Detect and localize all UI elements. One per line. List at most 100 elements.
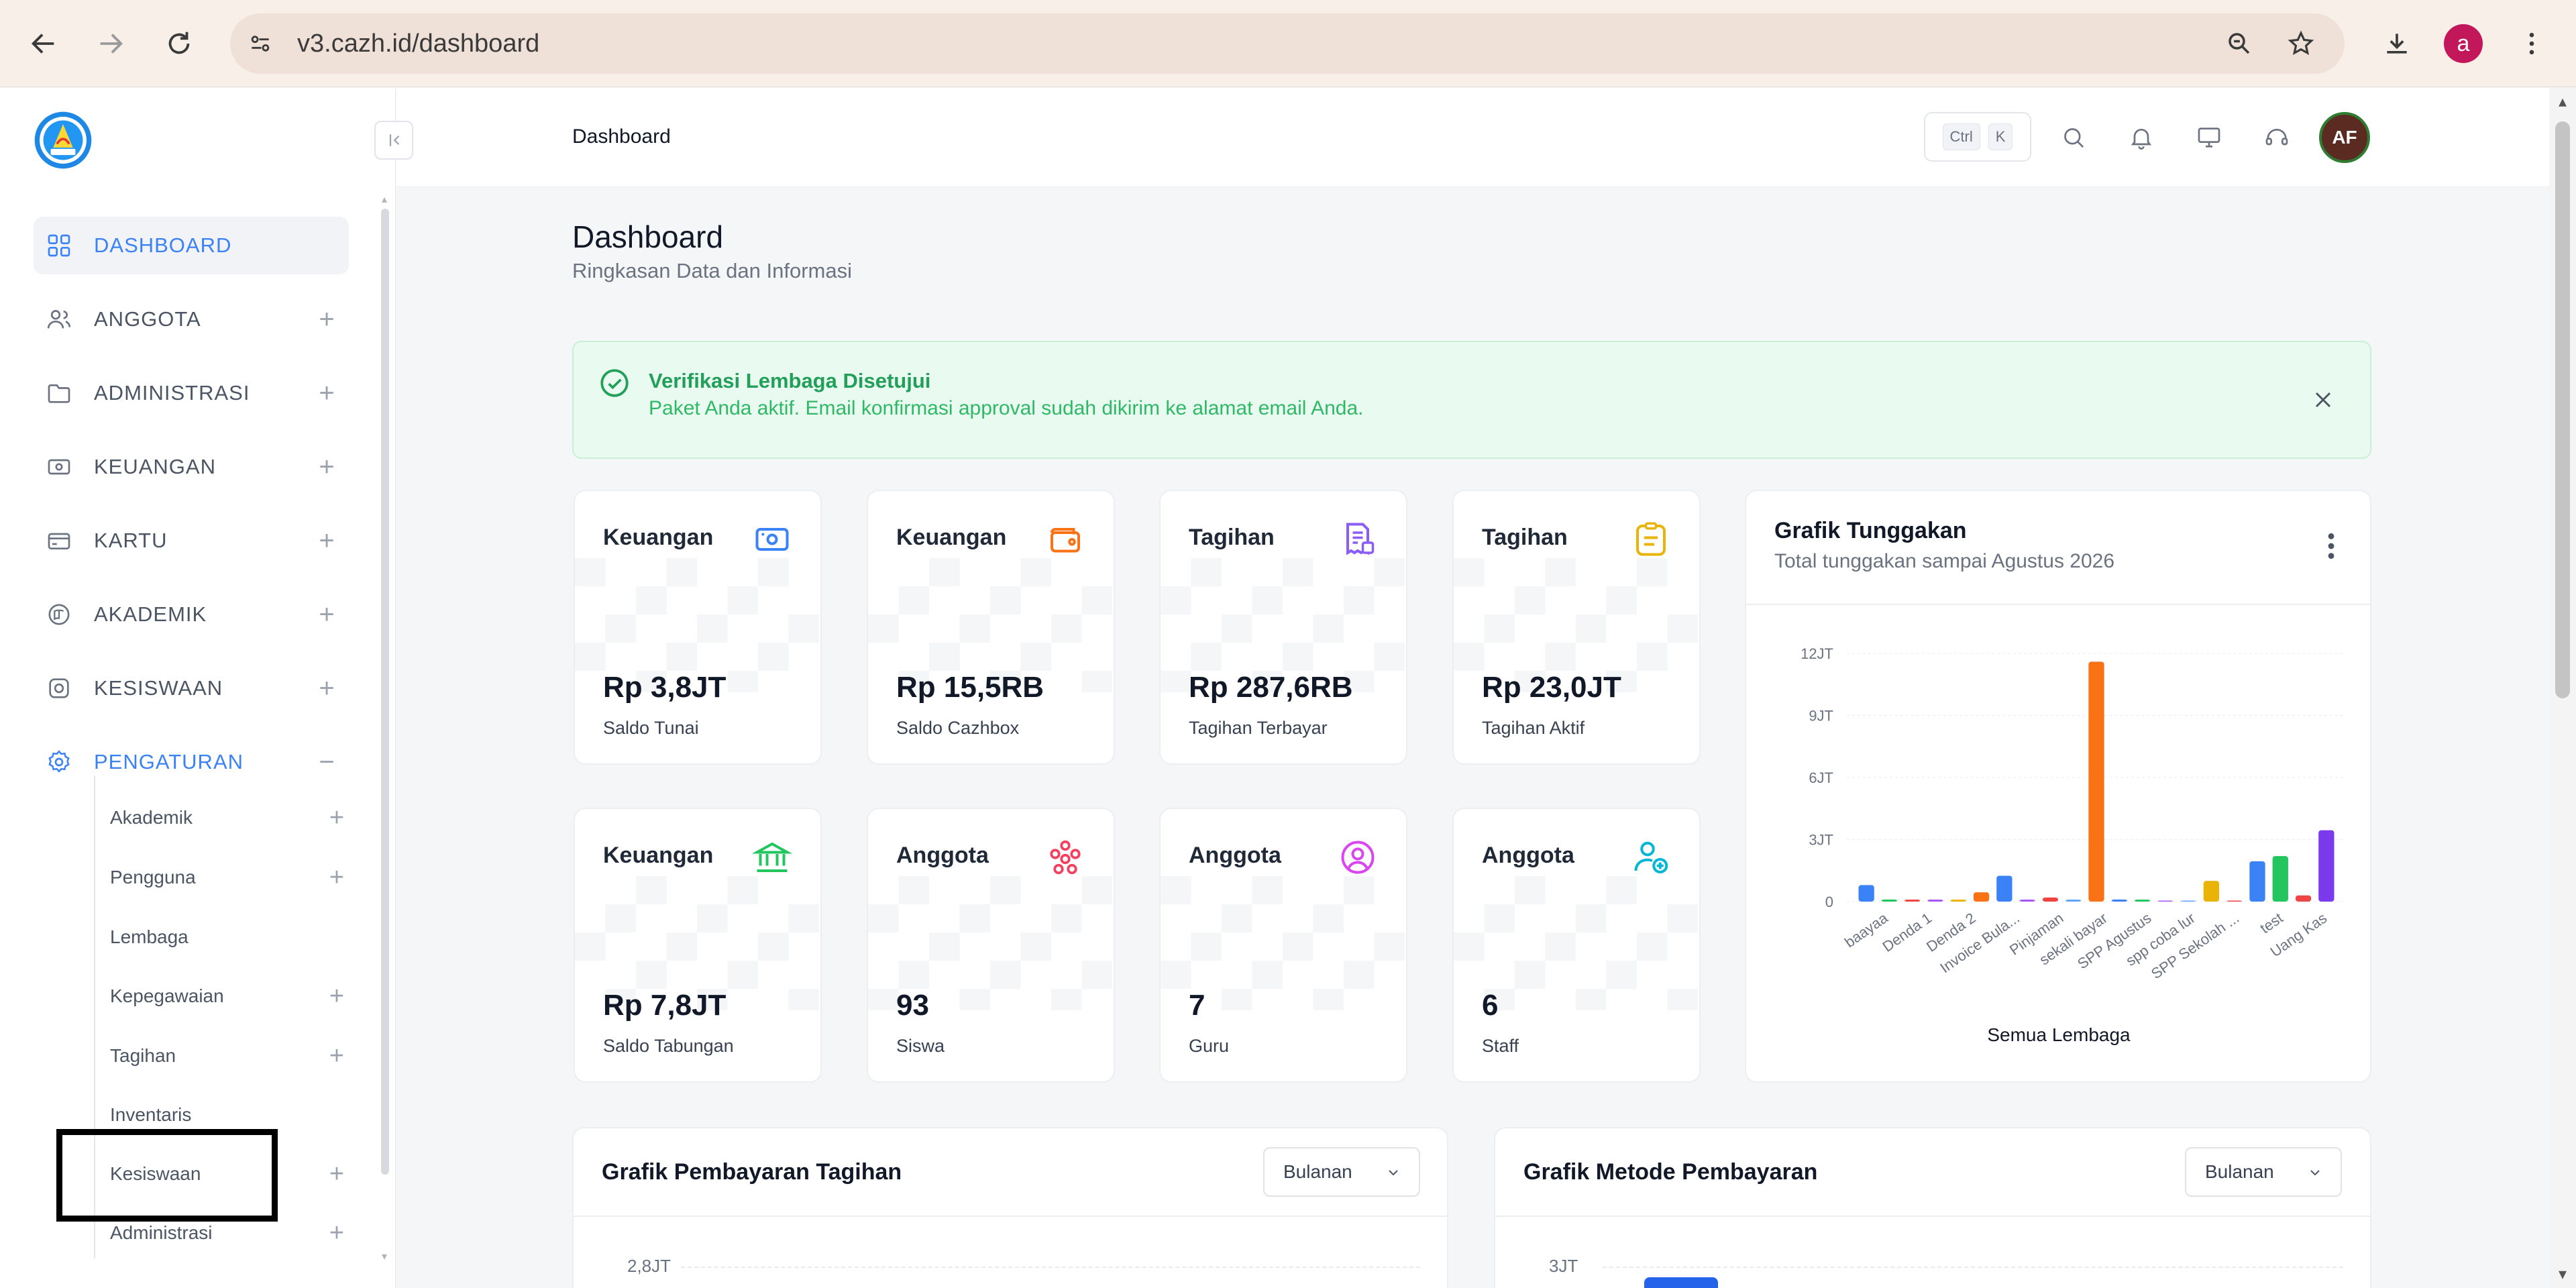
stat-card[interactable]: Anggota 93 Siswa: [867, 808, 1115, 1083]
address-bar[interactable]: v3.cazh.id/dashboard: [230, 13, 2345, 74]
stat-card-value: 6: [1482, 989, 1499, 1022]
expand-plus-icon[interactable]: +: [322, 981, 352, 1011]
site-settings-icon[interactable]: [244, 27, 277, 60]
period-select[interactable]: Bulanan: [2185, 1147, 2342, 1197]
stat-card-label: Saldo Tunai: [603, 718, 699, 738]
sidebar-item-akademik[interactable]: AKADEMIK +: [34, 586, 349, 643]
stat-card-value: Rp 3,8JT: [603, 671, 727, 704]
bar[interactable]: [2318, 830, 2334, 902]
sidebar-collapse-button[interactable]: [374, 121, 413, 160]
stat-card[interactable]: Anggota 7 Guru: [1159, 808, 1407, 1083]
back-button[interactable]: [20, 20, 67, 67]
bar[interactable]: [1973, 892, 1990, 902]
bar[interactable]: [2134, 900, 2151, 902]
close-icon[interactable]: [2310, 386, 2337, 413]
breadcrumb[interactable]: Dashboard: [572, 88, 671, 186]
bar[interactable]: [1858, 885, 1874, 902]
user-avatar[interactable]: AF: [2319, 112, 2370, 163]
bar[interactable]: [2019, 900, 2035, 902]
bar[interactable]: [1996, 875, 2012, 902]
browser-profile-avatar[interactable]: a: [2444, 24, 2483, 63]
submenu-item-pengguna[interactable]: Pengguna +: [110, 851, 352, 904]
select-value: Bulanan: [1283, 1161, 1352, 1182]
sidebar-item-keuangan[interactable]: KEUANGAN +: [34, 438, 349, 496]
bar[interactable]: [2226, 900, 2243, 902]
stat-card-value: 93: [896, 989, 929, 1022]
sidebar-scrollbar[interactable]: ▴ ▾: [380, 195, 389, 1263]
expand-plus-icon[interactable]: +: [311, 378, 342, 409]
reload-button[interactable]: [156, 20, 203, 67]
sidebar-item-label: ANGGOTA: [94, 307, 201, 331]
stat-card-value: Rp 23,0JT: [1482, 671, 1621, 704]
bar[interactable]: [2088, 661, 2104, 902]
download-icon[interactable]: [2375, 21, 2419, 66]
bar[interactable]: [1927, 900, 1943, 902]
submenu-item-kepegawaian[interactable]: Kepegawaian +: [110, 969, 352, 1023]
expand-plus-icon[interactable]: +: [311, 451, 342, 482]
stat-card[interactable]: Keuangan Rp 3,8JT Saldo Tunai: [574, 490, 822, 765]
headset-support-icon[interactable]: [2259, 120, 2294, 155]
submenu-label: Inventaris: [110, 1104, 192, 1125]
expand-plus-icon[interactable]: +: [311, 304, 342, 335]
sidebar-item-dashboard[interactable]: DASHBOARD: [34, 217, 349, 274]
bar[interactable]: [2249, 861, 2265, 902]
x-axis-title: Semua Lembaga: [1987, 1024, 2131, 1045]
stat-card-label: Tagihan Aktif: [1482, 718, 1585, 738]
card-title: Grafik Pembayaran Tagihan: [602, 1159, 902, 1185]
expand-plus-icon[interactable]: +: [322, 803, 352, 833]
period-select[interactable]: Bulanan: [1263, 1147, 1420, 1197]
sidebar-item-administrasi[interactable]: ADMINISTRASI +: [34, 364, 349, 422]
bar[interactable]: [2295, 895, 2312, 902]
sidebar-item-anggota[interactable]: ANGGOTA +: [34, 290, 349, 348]
arrow-left-icon: [31, 34, 54, 54]
chart-title: Grafik Tunggakan: [1774, 518, 1967, 543]
sidebar-item-kesiswaan[interactable]: KESISWAAN +: [34, 659, 349, 717]
sidebar-item-pengaturan[interactable]: PENGATURAN −: [34, 733, 349, 791]
monitor-icon[interactable]: [2192, 120, 2226, 155]
collapse-minus-icon[interactable]: −: [311, 747, 342, 777]
stat-card[interactable]: Tagihan Rp 287,6RB Tagihan Terbayar: [1159, 490, 1407, 765]
stat-card[interactable]: Keuangan Rp 7,8JT Saldo Tabungan: [574, 808, 822, 1083]
invoice-paid-icon: [1346, 523, 1375, 555]
bell-icon[interactable]: [2124, 120, 2159, 155]
bookmark-star-icon[interactable]: [2284, 27, 2318, 60]
bar[interactable]: [2272, 856, 2288, 902]
group-icon: [1050, 840, 1081, 875]
tut-wuri-handayani-logo[interactable]: [32, 109, 94, 171]
sidebar-item-kartu[interactable]: KARTU +: [34, 512, 349, 570]
zoom-icon[interactable]: [2222, 27, 2256, 60]
forward-button[interactable]: [87, 20, 134, 67]
submenu-item-lembaga[interactable]: Lembaga: [110, 910, 352, 964]
bar[interactable]: [2180, 900, 2196, 902]
expand-plus-icon[interactable]: +: [322, 1159, 352, 1189]
expand-plus-icon[interactable]: +: [311, 599, 342, 630]
expand-plus-icon[interactable]: +: [322, 1041, 352, 1071]
stat-card-value: 7: [1189, 989, 1205, 1022]
submenu-item-akademik[interactable]: Akademik +: [110, 791, 352, 845]
arrow-right-icon: [100, 34, 123, 54]
page-scrollbar[interactable]: ▴ ▾: [2549, 88, 2576, 1288]
bar[interactable]: [1950, 900, 1966, 902]
submenu-label: Kepegawaian: [110, 985, 224, 1006]
bar[interactable]: [2203, 881, 2220, 902]
expand-plus-icon[interactable]: +: [322, 1218, 352, 1248]
browser-toolbar: v3.cazh.id/dashboard a: [0, 0, 2576, 87]
expand-plus-icon[interactable]: +: [311, 525, 342, 556]
bar[interactable]: [2157, 900, 2174, 902]
bar[interactable]: [2111, 899, 2127, 902]
expand-plus-icon[interactable]: +: [311, 673, 342, 704]
command-search-shortcut[interactable]: Ctrl K: [1924, 112, 2031, 162]
stat-card[interactable]: Tagihan Rp 23,0JT Tagihan Aktif: [1452, 490, 1701, 765]
expand-plus-icon[interactable]: +: [322, 863, 352, 892]
browser-menu-icon[interactable]: [2510, 21, 2554, 66]
stat-card[interactable]: Keuangan Rp 15,5RB Saldo Cazhbox: [867, 490, 1115, 765]
url-text[interactable]: v3.cazh.id/dashboard: [297, 13, 539, 74]
bar[interactable]: [1904, 900, 1921, 902]
bar[interactable]: [2042, 897, 2059, 902]
stat-card[interactable]: Anggota 6 Staff: [1452, 808, 1701, 1083]
search-icon[interactable]: [2056, 120, 2091, 155]
bar[interactable]: [1881, 899, 1898, 902]
submenu-item-tagihan[interactable]: Tagihan +: [110, 1029, 352, 1083]
more-vertical-icon[interactable]: [2327, 531, 2335, 561]
bar[interactable]: [2065, 900, 2082, 902]
